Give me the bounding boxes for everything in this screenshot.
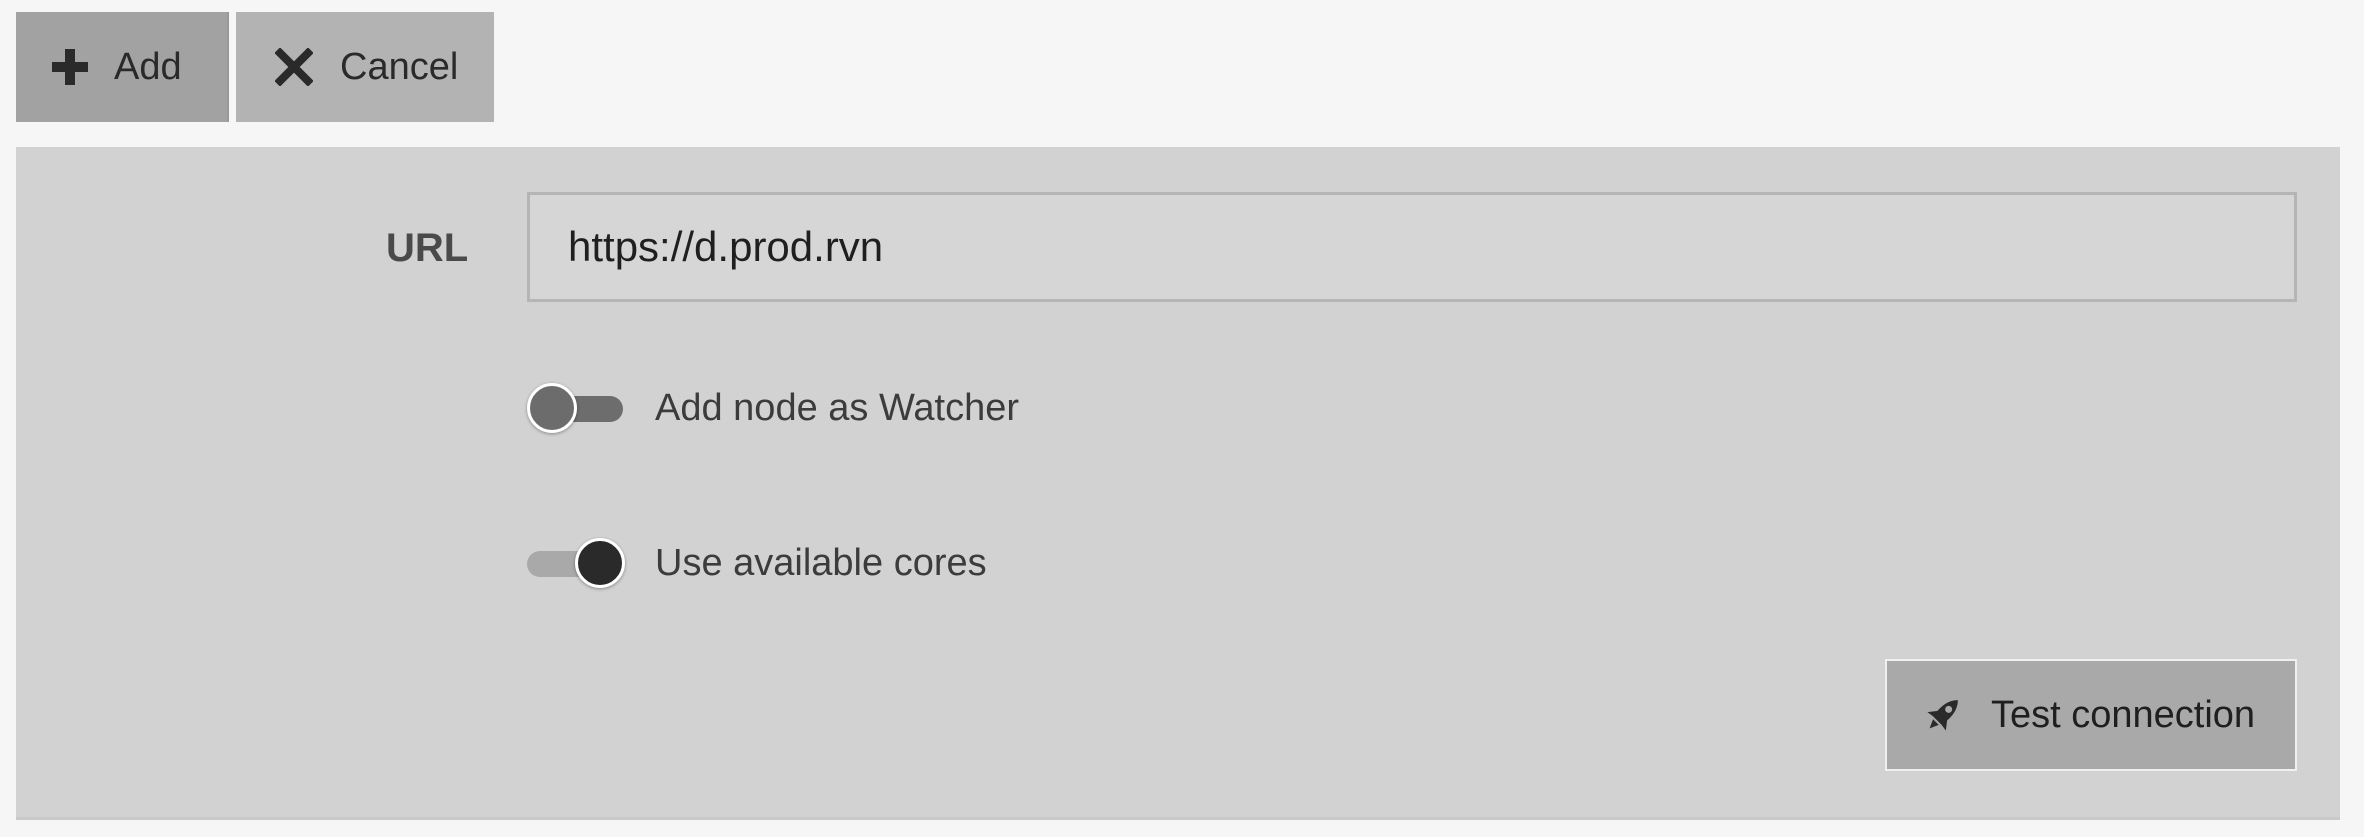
test-connection-button[interactable]: Test connection	[1885, 659, 2297, 771]
watcher-toggle[interactable]	[527, 381, 623, 435]
plus-icon	[48, 45, 92, 89]
toggle-knob	[527, 383, 577, 433]
rocket-icon	[1919, 691, 1967, 739]
cores-toggle-row: Use available cores	[527, 533, 987, 593]
toggle-knob	[575, 538, 625, 588]
url-label: URL	[386, 226, 469, 270]
url-input[interactable]	[527, 192, 2297, 302]
cores-toggle-label: Use available cores	[655, 541, 987, 584]
close-icon	[272, 45, 316, 89]
watcher-toggle-row: Add node as Watcher	[527, 378, 1019, 438]
add-button-label: Add	[114, 45, 182, 88]
cores-toggle[interactable]	[527, 536, 625, 590]
add-button[interactable]: Add	[16, 12, 229, 122]
watcher-toggle-label: Add node as Watcher	[655, 386, 1020, 429]
cancel-button[interactable]: Cancel	[236, 12, 494, 122]
test-connection-label: Test connection	[1991, 693, 2256, 736]
cancel-button-label: Cancel	[340, 45, 459, 88]
